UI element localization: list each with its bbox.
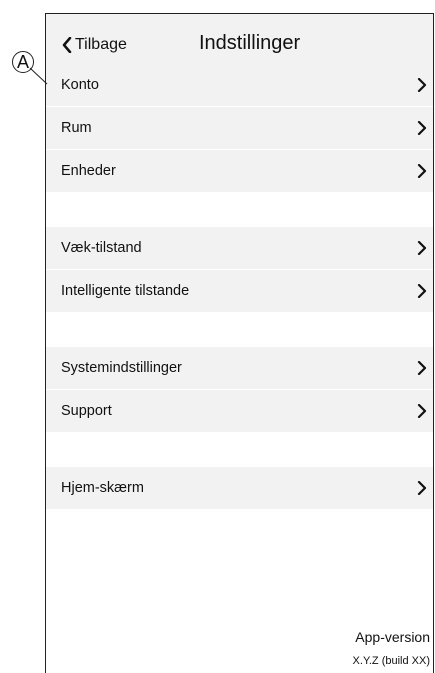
back-label: Tilbage <box>75 36 127 53</box>
settings-item-support[interactable]: Support <box>46 390 433 432</box>
group-spacer <box>46 192 433 227</box>
settings-item-label: Support <box>61 403 112 419</box>
settings-item-label: Væk-tilstand <box>61 240 142 256</box>
settings-item-rum[interactable]: Rum <box>46 107 433 149</box>
settings-list: Konto Rum Enheder Væk-tilstand Intellige… <box>46 64 433 509</box>
settings-item-hjem-skaerm[interactable]: Hjem-skærm <box>46 467 433 509</box>
app-version-number: X.Y.Z (build XX) <box>352 655 430 667</box>
chevron-right-icon <box>417 481 427 495</box>
page-title: Indstillinger <box>199 32 301 54</box>
settings-item-label: Systemindstillinger <box>61 360 182 376</box>
settings-item-vaek-tilstand[interactable]: Væk-tilstand <box>46 227 433 269</box>
chevron-right-icon <box>417 121 427 135</box>
settings-item-label: Enheder <box>61 163 116 179</box>
settings-item-konto[interactable]: Konto <box>46 64 433 106</box>
chevron-right-icon <box>417 284 427 298</box>
group-spacer <box>46 432 433 467</box>
chevron-right-icon <box>417 361 427 375</box>
settings-item-label: Intelligente tilstande <box>61 283 190 299</box>
settings-item-label: Konto <box>61 77 99 93</box>
chevron-right-icon <box>417 404 427 418</box>
settings-item-intelligente-tilstande[interactable]: Intelligente tilstande <box>46 270 433 312</box>
header-bar: Tilbage Indstillinger <box>46 14 433 65</box>
app-version-label: App-version <box>355 629 430 645</box>
callout-label: A <box>16 52 29 72</box>
settings-item-label: Hjem-skærm <box>61 480 144 496</box>
settings-item-systemindstillinger[interactable]: Systemindstillinger <box>46 347 433 389</box>
chevron-left-icon <box>62 37 72 53</box>
back-button[interactable]: Tilbage <box>61 33 127 57</box>
chevron-right-icon <box>417 241 427 255</box>
chevron-right-icon <box>417 164 427 178</box>
chevron-right-icon <box>417 78 427 92</box>
group-spacer <box>46 312 433 347</box>
callout-marker: A <box>12 51 34 73</box>
settings-item-label: Rum <box>61 120 92 136</box>
phone-screen: Tilbage Indstillinger Konto Rum Enheder … <box>45 13 434 673</box>
settings-item-enheder[interactable]: Enheder <box>46 150 433 192</box>
